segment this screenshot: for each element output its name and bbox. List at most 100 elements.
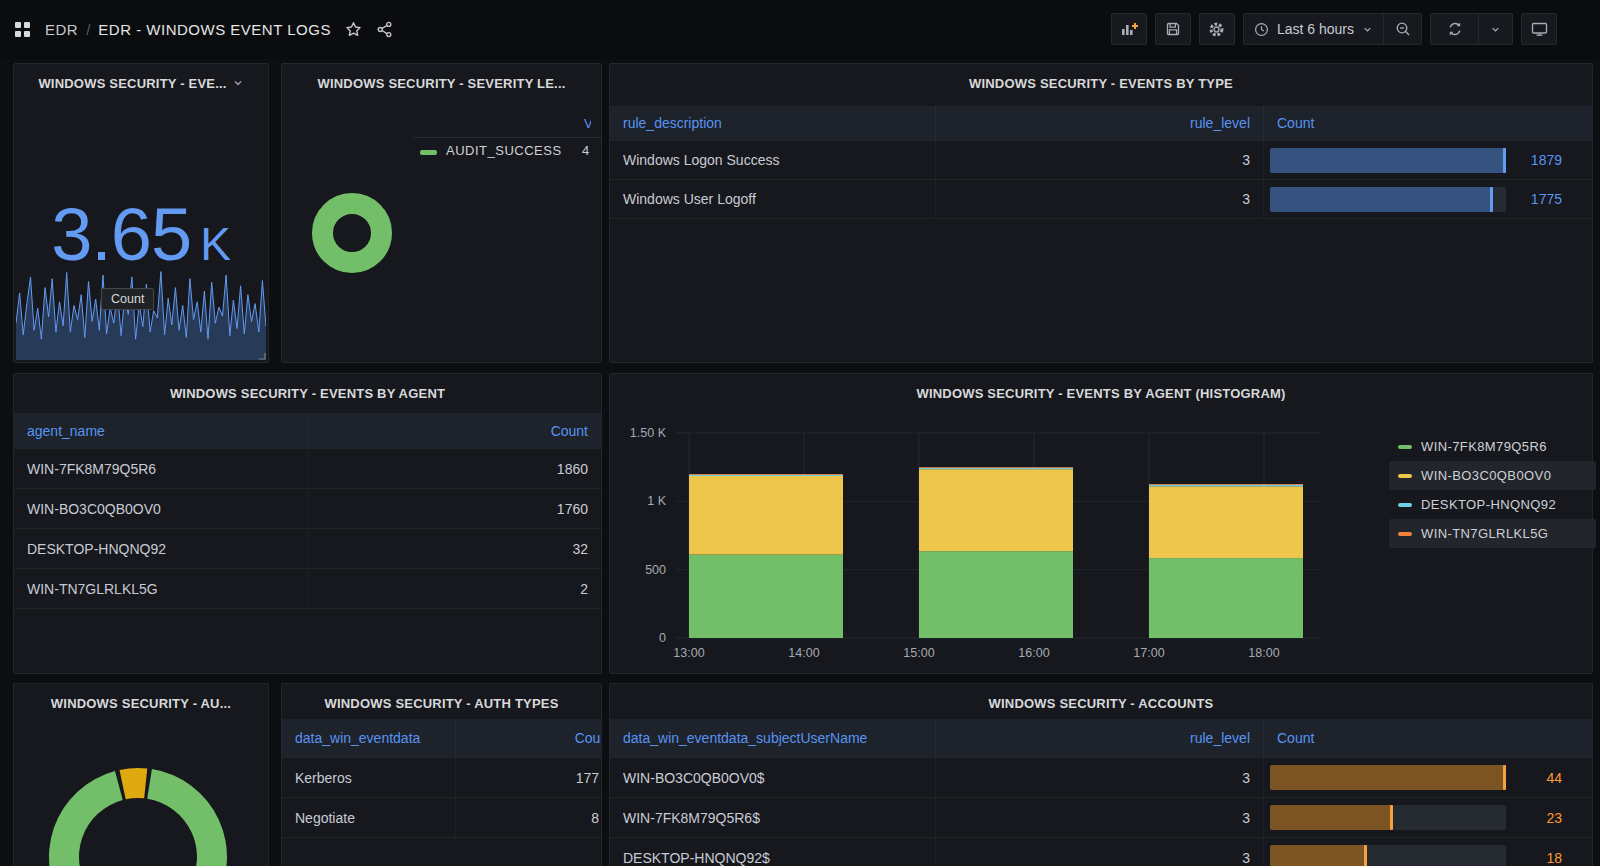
time-range-label: Last 6 hours — [1277, 21, 1354, 37]
panel-title[interactable]: WINDOWS SECURITY - AUTH TYPES — [282, 684, 601, 722]
accounts-table: data_win_eventdata_subjectUserName rule_l… — [610, 719, 1592, 866]
toolbar: Last 6 hours — [1111, 13, 1557, 45]
breadcrumb-app[interactable]: EDR — [45, 21, 78, 38]
table-cell: Windows User Logoff — [610, 180, 936, 218]
panel-title[interactable]: WINDOWS SECURITY - EVE... — [14, 64, 268, 102]
table-cell: 32 — [308, 529, 601, 568]
histogram-bar-segment — [689, 476, 843, 555]
table-cell: Windows Logon Success — [610, 141, 936, 179]
bar-gauge-cap — [1490, 187, 1493, 212]
legend-label: WIN-TN7GLRLKL5G — [1421, 526, 1548, 541]
legend-header[interactable]: Value — [584, 116, 591, 131]
top-navigation-bar: EDR / EDR - WINDOWS EVENT LOGS — [0, 0, 1600, 59]
axis-tick-label: 14:00 — [788, 646, 819, 660]
refresh-button[interactable] — [1431, 14, 1478, 44]
panel-title[interactable]: WINDOWS SECURITY - EVENTS BY TYPE — [610, 64, 1592, 102]
zoom-out-time-button[interactable] — [1384, 14, 1421, 44]
share-icon[interactable] — [376, 21, 393, 38]
legend-swatch — [1398, 503, 1412, 507]
legend-swatch — [1398, 532, 1412, 536]
table-header-row: data_win_eventdataCount — [282, 719, 601, 758]
column-header[interactable]: agent_name — [14, 413, 308, 448]
refresh-controls — [1430, 13, 1513, 45]
legend-item[interactable]: DESKTOP-HNQNQ92 — [1389, 490, 1596, 519]
legend-label[interactable]: AUDIT_SUCCESS — [446, 143, 562, 158]
table-row: WIN-7FK8M79Q5R61860 — [14, 449, 601, 489]
dashboard-settings-button[interactable] — [1199, 13, 1235, 45]
column-header[interactable]: Count — [1264, 106, 1592, 140]
bar-gauge-track — [1270, 765, 1506, 790]
axis-tick-label: 1.50 K — [630, 426, 667, 440]
panel-windows-security-severity-levels: WINDOWS SECURITY - SEVERITY LE... Value … — [281, 63, 602, 363]
auth-types-table: data_win_eventdataCountKerberos 177 Negoti… — [282, 719, 601, 838]
table-cell: WIN-7FK8M79Q5R6 — [14, 449, 308, 488]
breadcrumb-separator: / — [86, 21, 90, 38]
kiosk-mode-button[interactable] — [1521, 13, 1557, 45]
legend-item[interactable]: WIN-BO3C0QB0OV0 — [1389, 461, 1596, 490]
panel-title-text: WINDOWS SECURITY - EVENTS BY TYPE — [969, 76, 1233, 91]
panel-title[interactable]: WINDOWS SECURITY - ACCOUNTS — [610, 684, 1592, 722]
cell-text: 3 — [1242, 191, 1250, 207]
donut-slice — [323, 204, 382, 263]
table-cell: DESKTOP-HNQNQ92 — [14, 529, 308, 568]
dashboards-grid-icon[interactable] — [14, 21, 31, 38]
breadcrumb-dashboard-title[interactable]: EDR - WINDOWS EVENT LOGS — [98, 21, 331, 38]
bar-gauge-cell: 1879 — [1264, 141, 1592, 179]
table-row: Negotiate8 — [282, 798, 601, 838]
column-header[interactable]: rule_level — [936, 106, 1264, 140]
legend-value: 4 — [582, 143, 589, 158]
histogram-bar-segment — [1149, 486, 1303, 558]
panel-title[interactable]: WINDOWS SECURITY - SEVERITY LE... — [282, 64, 601, 102]
table-cell: WIN-BO3C0QB0OV0$ — [610, 758, 936, 797]
time-range-picker[interactable]: Last 6 hours — [1244, 14, 1383, 44]
column-header-label: agent_name — [27, 423, 105, 439]
table-row: Windows Logon Success31879 — [610, 141, 1592, 180]
legend-label: WIN-7FK8M79Q5R6 — [1421, 439, 1547, 454]
chevron-down-icon — [1490, 24, 1501, 35]
cell-text: DESKTOP-HNQNQ92 — [27, 541, 166, 557]
tooltip: Count — [101, 288, 154, 310]
column-header[interactable]: Count — [308, 413, 601, 448]
refresh-interval-dropdown[interactable] — [1479, 14, 1512, 44]
legend-item[interactable]: WIN-7FK8M79Q5R6 — [1389, 432, 1596, 461]
bar-gauge-fill — [1270, 187, 1493, 212]
panel-windows-security-events-by-agent: WINDOWS SECURITY - EVENTS BY AGENT agent… — [13, 373, 602, 674]
legend-label: DESKTOP-HNQNQ92 — [1421, 497, 1556, 512]
cell-text: 177 — [576, 770, 599, 786]
legend-item[interactable]: WIN-TN7GLRLKL5G — [1389, 519, 1596, 548]
favorite-star-icon[interactable] — [345, 21, 362, 38]
panel-windows-security-events-by-type: WINDOWS SECURITY - EVENTS BY TYPE rule_d… — [609, 63, 1593, 363]
table-cell: Kerberos — [282, 758, 456, 797]
table-cell: 177 — [456, 758, 601, 797]
histogram-bar-segment — [689, 555, 843, 638]
bar-gauge-fill — [1270, 765, 1506, 790]
column-header[interactable]: Count — [1264, 719, 1592, 757]
cell-text: 8 — [591, 810, 599, 826]
histogram-bar-segment — [919, 469, 1073, 551]
column-header[interactable]: rule_level — [936, 719, 1264, 757]
bar-gauge-cap — [1503, 765, 1506, 790]
add-panel-button[interactable] — [1111, 13, 1147, 45]
panel-title[interactable]: WINDOWS SECURITY - AU... — [14, 684, 268, 722]
bar-gauge-fill — [1270, 845, 1367, 866]
severity-legend: Value AUDIT_SUCCESS 4 — [413, 110, 591, 168]
cell-value: 18 — [1506, 850, 1562, 866]
resize-handle[interactable] — [257, 351, 266, 360]
column-header[interactable]: data_win_eventdata — [282, 719, 456, 757]
column-header-label: rule_level — [1190, 730, 1250, 746]
column-header[interactable]: Count — [456, 719, 601, 757]
column-header[interactable]: data_win_eventdata_subjectUserName — [610, 719, 936, 757]
cell-text: DESKTOP-HNQNQ92$ — [623, 850, 770, 866]
panel-menu-caret-icon[interactable] — [232, 77, 244, 89]
cell-text: WIN-BO3C0QB0OV0 — [27, 501, 161, 517]
save-dashboard-button[interactable] — [1155, 13, 1191, 45]
axis-tick-label: 0 — [659, 631, 666, 645]
panel-title-text: WINDOWS SECURITY - AU... — [51, 696, 231, 711]
table-row: DESKTOP-HNQNQ92$318 — [610, 838, 1592, 866]
table-header-row: agent_name Count — [14, 413, 601, 449]
bar-gauge-cell: 18 — [1264, 838, 1592, 866]
column-header[interactable]: rule_description — [610, 106, 936, 140]
panel-title[interactable]: WINDOWS SECURITY - EVENTS BY AGENT — [14, 374, 601, 412]
bar-gauge-cap — [1390, 805, 1393, 830]
histogram-bar-segment — [919, 551, 1073, 638]
